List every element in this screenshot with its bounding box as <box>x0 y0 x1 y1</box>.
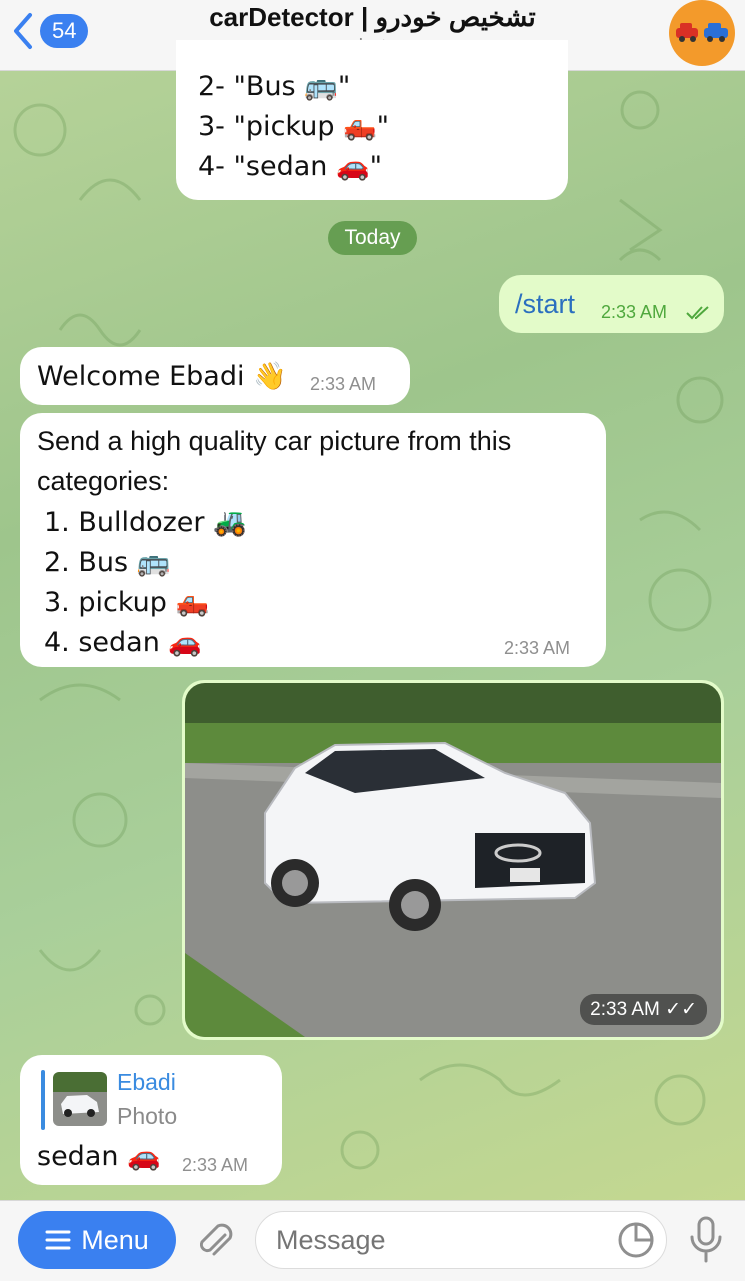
cars-icon <box>676 23 728 42</box>
hamburger-icon <box>45 1230 71 1250</box>
message-input[interactable] <box>255 1211 667 1269</box>
reply-photo-thumbnail[interactable] <box>53 1072 107 1126</box>
sticker-icon[interactable] <box>617 1221 655 1259</box>
sedan-photo-image <box>185 683 721 1037</box>
message-photo[interactable]: 2:33 AM ✓✓ <box>182 680 724 1040</box>
car-photo[interactable]: 2:33 AM ✓✓ <box>185 683 721 1037</box>
reply-type-label: Photo <box>117 1103 178 1129</box>
message-text: sedan 🚗 <box>37 1141 161 1172</box>
message-line: categories: <box>37 466 170 496</box>
message-line: 3. pickup 🛻 <box>44 587 210 618</box>
message-text: Welcome Ebadi 👋 <box>37 361 287 392</box>
menu-button[interactable]: Menu <box>18 1211 176 1269</box>
message-bubble-start[interactable]: /start 2:33 AM <box>499 275 724 333</box>
date-divider: Today <box>328 221 417 255</box>
message-line: 2- "Bus 🚌" <box>198 71 351 102</box>
message-line: 3- "pickup 🛻" <box>198 111 390 142</box>
photo-time-badge: 2:33 AM ✓✓ <box>580 994 707 1025</box>
message-bubble-instructions[interactable]: Send a high quality car picture from thi… <box>20 413 606 667</box>
command-link[interactable]: /start <box>515 289 575 320</box>
message-time: 2:33 AM <box>182 1155 249 1175</box>
double-check-icon: ✓✓ <box>665 999 697 1020</box>
message-line: 2. Bus 🚌 <box>44 547 171 578</box>
message-time: 2:33 AM <box>590 999 660 1020</box>
message-bubble-categories-previous[interactable]: 2- "Bus 🚌" 3- "pickup 🛻" 4- "sedan 🚗" <box>176 40 568 200</box>
message-time: 2:33 AM <box>504 638 571 658</box>
message-bubble-welcome[interactable]: Welcome Ebadi 👋 2:33 AM <box>20 347 410 405</box>
car-thumbnail-image <box>53 1072 107 1126</box>
chat-title[interactable]: carDetector | تشخیص خودرو <box>0 2 745 33</box>
message-line: 1. Bulldozer 🚜 <box>44 507 247 538</box>
message-bubble-reply[interactable]: Ebadi Photo sedan 🚗 2:33 AM <box>20 1055 282 1185</box>
bot-avatar[interactable] <box>669 0 735 66</box>
message-line: 4- "sedan 🚗" <box>198 151 383 182</box>
message-line: 4. sedan 🚗 <box>44 627 203 658</box>
double-check-icon <box>686 306 709 320</box>
menu-label: Menu <box>81 1224 149 1255</box>
paperclip-icon[interactable] <box>195 1219 235 1263</box>
message-time: 2:33 AM <box>601 302 668 322</box>
microphone-icon[interactable] <box>686 1215 726 1265</box>
composer-bar: Menu <box>0 1200 745 1281</box>
reply-author: Ebadi <box>117 1069 176 1095</box>
message-time: 2:33 AM <box>310 374 377 394</box>
reply-indicator-bar <box>41 1070 45 1130</box>
message-line: Send a high quality car picture from thi… <box>37 426 512 456</box>
